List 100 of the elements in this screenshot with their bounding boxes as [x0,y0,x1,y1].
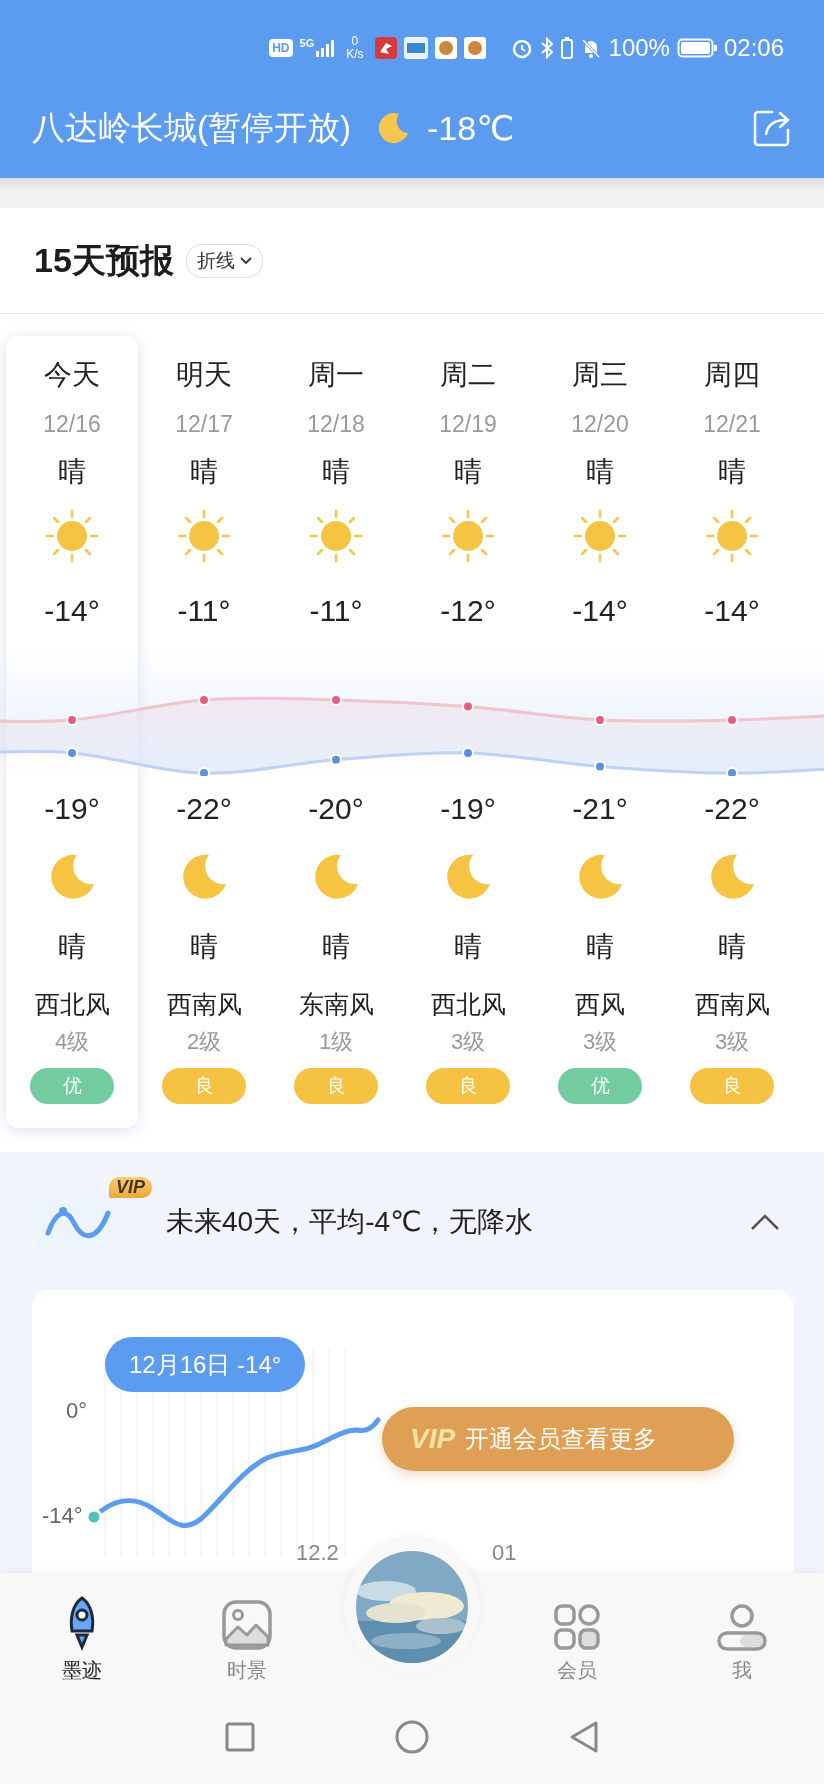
chevron-up-icon[interactable] [750,1213,780,1231]
high-temperature: -11° [177,593,231,629]
day-name: 今天 [44,358,100,392]
day-name: 周二 [440,358,496,392]
date-tooltip: 12月16日 -14° [105,1337,306,1392]
axis-label: -14° [42,1503,83,1529]
axis-label: 01 [492,1540,517,1566]
wind-level: 2级 [186,1028,222,1056]
day-name: 明天 [176,358,232,392]
battery-icon [676,37,717,59]
vip-badge: VIP [109,1177,152,1198]
day-column[interactable]: 周四 12/21 晴 -14° -22° 晴 西南风 3级 良 [666,336,798,1128]
night-condition: 晴 [454,930,482,964]
moon-icon [377,111,411,145]
forecast-title: 15天预报 [34,239,174,281]
battery-percent: 100% [608,34,670,62]
hd-badge: HD [269,39,293,57]
battery-small-icon [560,37,573,59]
high-temperature: -11° [309,593,363,629]
grid-icon [552,1603,601,1651]
wind-direction: 西风 [575,989,625,1020]
nav-tab[interactable]: 墨迹 [0,1573,165,1700]
image-icon [221,1599,274,1651]
wind-direction: 西南风 [166,989,242,1020]
speed-unit: K/s [346,48,364,61]
night-condition: 晴 [322,930,350,964]
low-temperature: -21° [572,791,628,827]
night-condition: 晴 [586,930,614,964]
low-point [462,747,474,759]
recent-apps-button[interactable] [225,1722,255,1752]
day-column[interactable]: 明天 12/17 晴 -11° -22° 晴 西南风 2级 良 [138,336,270,1128]
high-point [198,693,210,706]
low-point [726,767,738,776]
low-point [198,767,210,776]
wind-level: 4级 [54,1028,90,1056]
night-condition: 晴 [190,930,218,964]
chart-mode-dropdown[interactable]: 折线 [185,243,263,278]
speed-value: 0 [351,35,359,48]
high-point [594,714,606,726]
day-date: 12/21 [703,410,761,439]
share-icon[interactable] [752,108,792,148]
network-label: 5G [299,37,315,49]
app-icon [463,37,486,59]
back-button[interactable] [569,1720,599,1754]
wind-level: 1级 [318,1028,354,1056]
day-name: 周一 [308,358,364,392]
chevron-down-icon [239,256,252,265]
day-name: 周四 [704,358,760,392]
air-quality-badge: 良 [294,1068,378,1104]
wind-level: 3级 [582,1028,618,1056]
low-temperature: -19° [44,791,100,827]
signal-icon [315,39,336,57]
high-point [726,714,738,726]
wind-level: 3级 [714,1028,750,1056]
wind-direction: 西北风 [34,989,110,1020]
day-date: 12/18 [307,410,365,439]
wind-direction: 西北风 [430,989,506,1020]
axis-label: 12.2 [296,1540,339,1566]
sun-icon [704,508,760,564]
low-temperature: -19° [440,791,496,827]
sun-icon [572,508,628,564]
selected-day-card[interactable]: 今天 12/16 晴 -14° -19° 晴 西北风 4级 优 [6,336,138,1128]
day-column[interactable]: 周三 12/20 晴 -14° -21° 晴 西风 3级 优 [534,336,666,1128]
high-temperature: -14° [44,593,100,629]
air-quality-badge: 优 [30,1068,114,1104]
sun-icon [440,508,496,564]
day-column[interactable]: 周一 12/18 晴 -11° -20° 晴 东南风 1级 良 [270,336,402,1128]
app-icon [434,37,457,59]
day-date: 12/17 [175,410,233,439]
bluetooth-icon [539,37,554,59]
high-temperature: -12° [440,593,496,629]
day-name: 周三 [572,358,628,392]
high-point [462,700,474,713]
wind-level: 3级 [450,1028,486,1056]
day-column[interactable]: 周二 12/19 晴 -12° -19° 晴 西北风 3级 良 [402,336,534,1128]
low-point [66,747,78,759]
day-date: 12/20 [571,410,629,439]
sun-icon [308,508,364,564]
high-temperature: -14° [572,593,628,629]
air-quality-badge: 良 [690,1068,774,1104]
low-point [594,760,606,773]
high-point [66,714,78,726]
start-point [85,1508,103,1526]
low-temperature: -22° [176,791,232,827]
axis-label: 0° [66,1398,88,1424]
day-date: 12/16 [43,410,101,439]
day-condition: 晴 [190,455,218,489]
low-point [330,753,342,766]
night-condition: 晴 [58,930,86,964]
home-button[interactable] [395,1720,429,1754]
day-condition: 晴 [58,455,86,489]
day-condition: 晴 [586,455,614,489]
day-date: 12/19 [439,410,497,439]
sun-icon [176,508,232,564]
day-condition: 晴 [718,455,746,489]
high-point [330,693,342,706]
high-temperature: -14° [704,593,760,629]
day-condition: 晴 [454,455,482,489]
low-temperature: -20° [308,791,364,827]
air-quality-badge: 良 [162,1068,246,1104]
